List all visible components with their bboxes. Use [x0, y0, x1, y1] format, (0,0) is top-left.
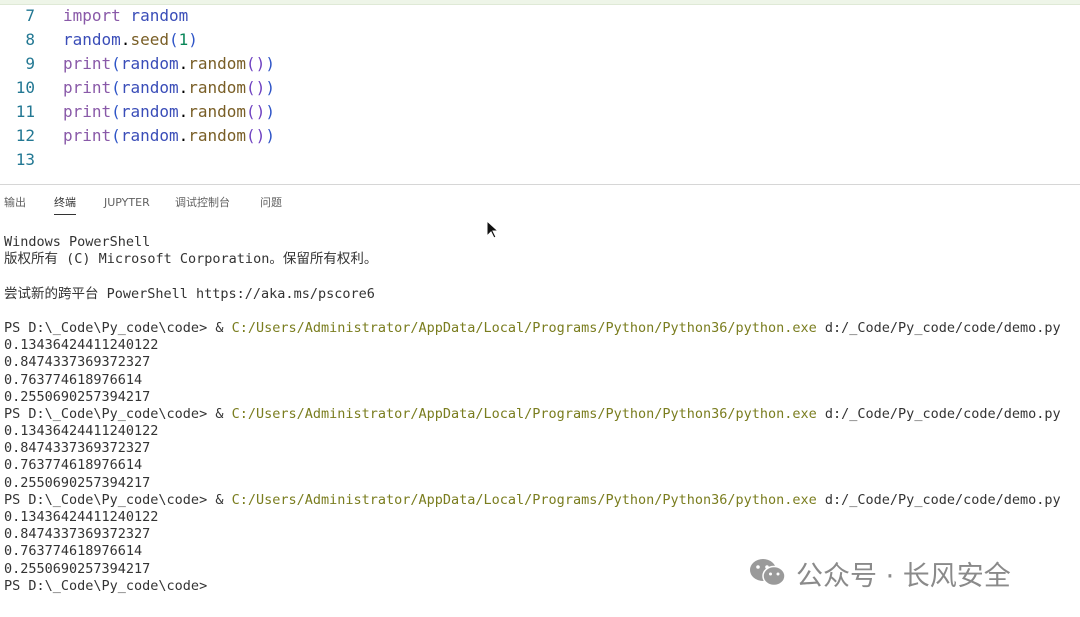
line-number: 10: [15, 78, 35, 97]
code-token: (): [246, 126, 266, 145]
code-token: print: [63, 78, 112, 97]
terminal-line: PS D:\_Code\Py_code\code> & C:/Users/Adm…: [4, 406, 1074, 423]
code-token: 1: [178, 30, 189, 49]
line-number: 13: [15, 150, 35, 169]
terminal-output[interactable]: Windows PowerShell 版权所有 (C) Microsoft Cor…: [4, 234, 1074, 595]
terminal-line: 0.763774618976614: [4, 371, 143, 388]
code-token: (): [246, 78, 266, 97]
code-token: print: [63, 126, 112, 145]
code-editor[interactable]: 7 import random 8 random.seed(1) 9 print(rand…: [0, 4, 1080, 182]
code-token: random: [188, 54, 247, 73]
terminal-prompt: PS D:\_Code\Py_code\code> &: [4, 319, 232, 336]
terminal-line: 0.13436424411240122: [4, 509, 159, 525]
watermark-text: 公众号 · 长风安全: [796, 560, 1011, 592]
terminal-line: 0.8474337369372327: [4, 440, 151, 457]
code-text[interactable]: print(random.random()): [63, 100, 275, 124]
terminal-line: PS D:\_Code\Py_code\code> & C:/Users/Adm…: [4, 492, 1074, 509]
code-token: .: [178, 126, 189, 145]
terminal-line: 0.13436424411240122: [4, 337, 159, 354]
code-token: import: [63, 6, 121, 25]
terminal-path: C:/Users/Administrator/AppData/Local/Pro…: [231, 319, 817, 336]
code-text[interactable]: import random: [63, 4, 188, 28]
code-token: random: [188, 102, 247, 121]
line-number: 11: [15, 102, 35, 121]
code-token: random: [120, 126, 179, 145]
terminal-path: C:/Users/Administrator/AppData/Local/Pro…: [231, 405, 817, 422]
code-token: ): [188, 30, 198, 49]
panel-tab[interactable]: 终端: [54, 196, 76, 216]
code-text[interactable]: print(random.random()): [63, 52, 275, 76]
panel-tabs: 输出 终端 JUPYTER 调试控制台 问题: [0, 190, 1080, 220]
line-number: 7: [25, 6, 35, 25]
terminal-line: 版权所有 (C) Microsoft Corporation。保留所有权利。: [4, 251, 378, 268]
code-text[interactable]: random.seed(1): [63, 28, 198, 52]
line-number: 9: [25, 54, 35, 73]
terminal-line: Windows PowerShell: [4, 234, 151, 250]
terminal-arg: d:/_Code/Py_code/code/demo.py: [816, 405, 1061, 422]
terminal-line: 0.763774618976614: [4, 457, 143, 474]
code-text[interactable]: print(random.random()): [63, 124, 275, 148]
code-token: ): [265, 78, 275, 97]
code-token: ): [265, 126, 275, 145]
code-token: (: [111, 126, 121, 145]
code-token: .: [178, 102, 189, 121]
panel-tab[interactable]: 问题: [260, 196, 282, 216]
code-token: (): [246, 102, 266, 121]
terminal-prompt: PS D:\_Code\Py_code\code> &: [4, 491, 232, 508]
terminal-line: 0.2550690257394217: [4, 388, 151, 405]
code-token: (): [246, 54, 266, 73]
panel-tab[interactable]: 调试控制台: [175, 196, 230, 216]
code-token: random: [120, 6, 189, 25]
watermark: 公众号 · 长风安全: [748, 553, 1011, 593]
code-token: .: [178, 78, 189, 97]
code-token: .: [178, 54, 189, 73]
terminal-line: 0.2550690257394217: [4, 474, 151, 491]
wechat-icon: [750, 559, 786, 587]
terminal-line: 0.8474337369372327: [4, 354, 151, 371]
code-token: random: [120, 102, 179, 121]
code-token: seed: [130, 30, 169, 49]
code-token: print: [63, 54, 112, 73]
terminal-prompt: PS D:\_Code\Py_code\code> &: [4, 405, 232, 422]
code-token: (: [168, 30, 179, 49]
code-token: (: [111, 102, 121, 121]
terminal-line: 0.8474337369372327: [4, 526, 151, 543]
code-token: random: [188, 126, 247, 145]
terminal-line: PS D:\_Code\Py_code\code> & C:/Users/Adm…: [4, 320, 1074, 337]
code-token: .: [120, 30, 131, 49]
terminal-arg: d:/_Code/Py_code/code/demo.py: [816, 491, 1061, 508]
code-token: ): [265, 102, 275, 121]
terminal-path: C:/Users/Administrator/AppData/Local/Pro…: [231, 491, 817, 508]
code-token: random: [188, 78, 247, 97]
terminal-line: 尝试新的跨平台 PowerShell https://aka.ms/pscore…: [4, 285, 375, 302]
panel-divider[interactable]: [0, 184, 1080, 185]
code-token: ): [265, 54, 275, 73]
code-token: random: [120, 54, 179, 73]
code-token: print: [63, 102, 112, 121]
code-text[interactable]: print(random.random()): [63, 76, 275, 100]
terminal-line: 0.13436424411240122: [4, 423, 159, 440]
code-token: random: [120, 78, 179, 97]
panel-tab[interactable]: JUPYTER: [104, 196, 150, 216]
code-token: (: [111, 78, 121, 97]
panel-tab[interactable]: 输出: [4, 196, 26, 216]
mouse-cursor-icon: [486, 219, 500, 244]
code-token: (: [111, 54, 121, 73]
code-token: random: [63, 30, 121, 49]
line-number: 8: [25, 30, 35, 49]
line-number: 12: [15, 126, 35, 145]
terminal-arg: d:/_Code/Py_code/code/demo.py: [816, 319, 1061, 336]
